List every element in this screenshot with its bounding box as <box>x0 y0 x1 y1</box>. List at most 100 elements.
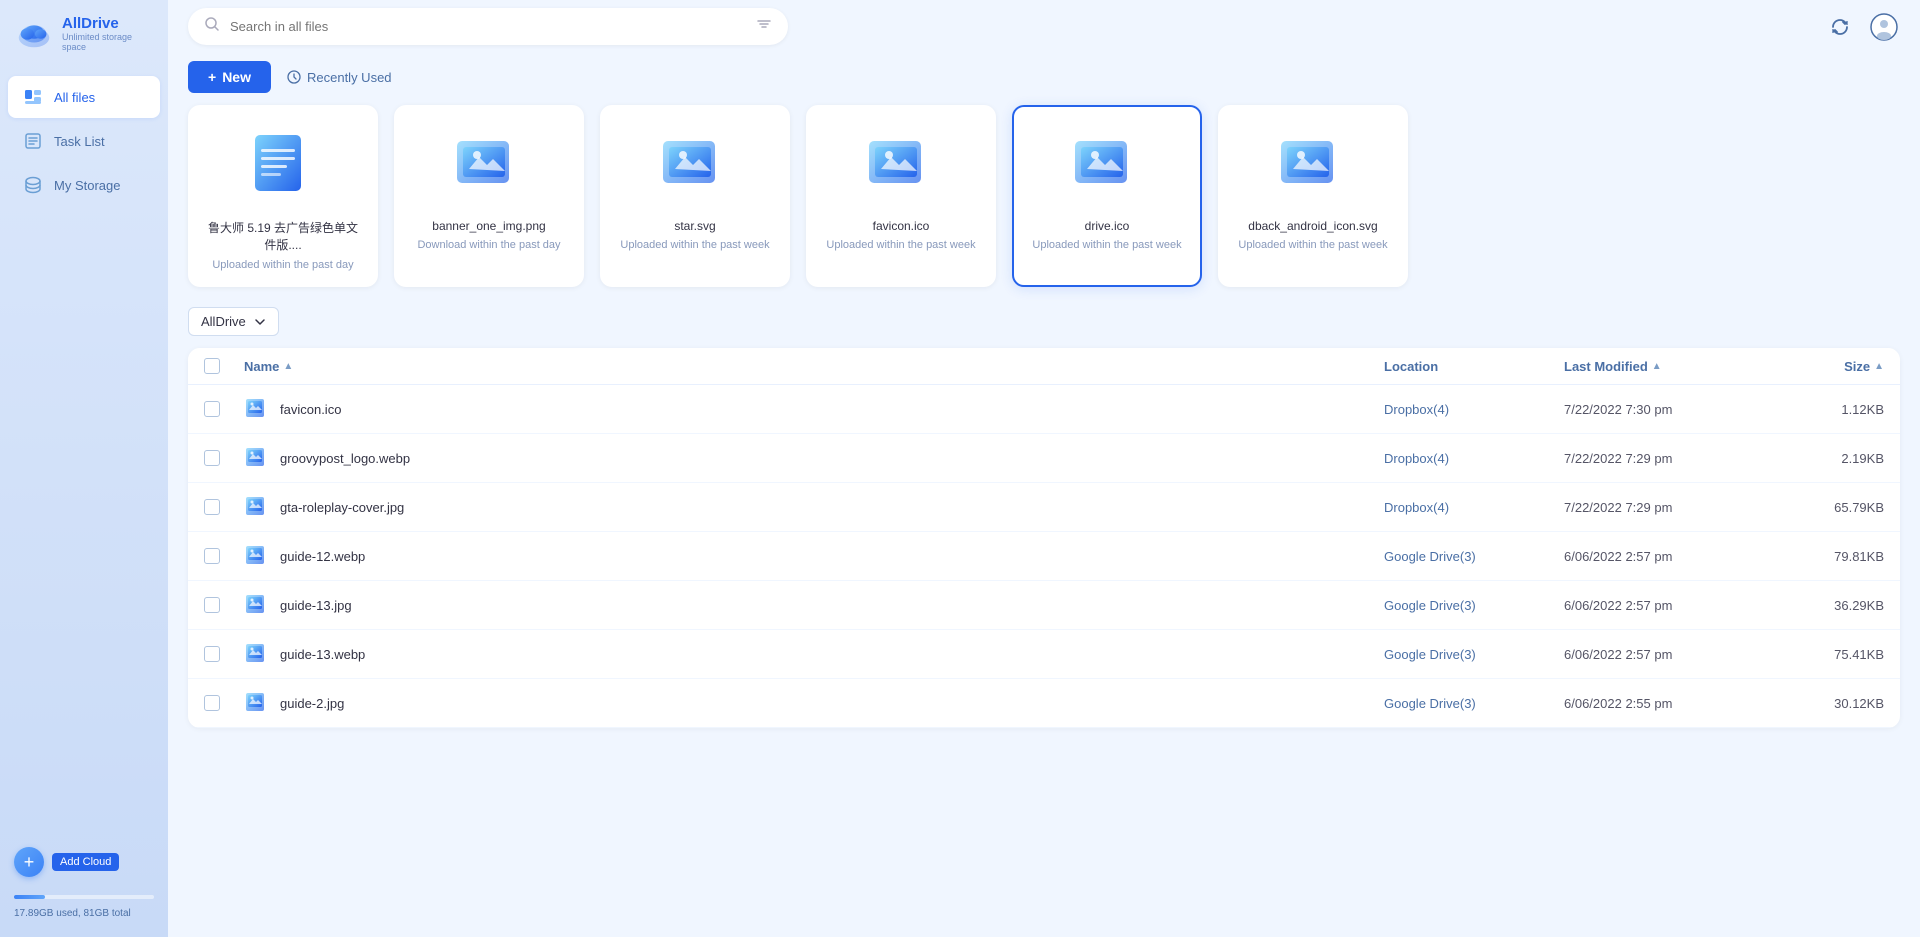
topbar <box>168 0 1920 53</box>
new-button[interactable]: + New <box>188 61 271 93</box>
row-modified: 7/22/2022 7:29 pm <box>1564 500 1672 515</box>
add-cloud-label: Add Cloud <box>52 853 119 871</box>
row-checkbox[interactable] <box>204 450 220 466</box>
table-row[interactable]: guide-12.webp Google Drive(3) 6/06/2022 … <box>188 532 1900 581</box>
file-row-icon <box>244 591 272 619</box>
add-cloud-section: + Add Cloud <box>0 837 168 887</box>
table-row[interactable]: guide-2.jpg Google Drive(3) 6/06/2022 2:… <box>188 679 1900 728</box>
search-input[interactable] <box>230 19 746 34</box>
row-checkbox[interactable] <box>204 597 220 613</box>
sidebar: AllDrive Unlimited storage space All fil… <box>0 0 168 937</box>
table-body: favicon.ico Dropbox(4) 7/22/2022 7:30 pm… <box>188 385 1900 728</box>
checkbox-header <box>204 358 244 374</box>
row-size-cell: 30.12KB <box>1764 696 1884 711</box>
add-cloud-button[interactable]: + <box>14 847 44 877</box>
row-modified: 7/22/2022 7:29 pm <box>1564 451 1672 466</box>
file-date: Uploaded within the past day <box>212 259 353 271</box>
row-checkbox[interactable] <box>204 646 220 662</box>
file-thumbnail <box>243 127 323 207</box>
search-bar[interactable] <box>188 8 788 45</box>
select-all-checkbox[interactable] <box>204 358 220 374</box>
row-name-cell: guide-13.webp <box>244 640 1384 668</box>
recent-file-card[interactable]: star.svg Uploaded within the past week <box>600 105 790 287</box>
recent-file-card[interactable]: dback_android_icon.svg Uploaded within t… <box>1218 105 1408 287</box>
recent-file-card[interactable]: banner_one_img.png Download within the p… <box>394 105 584 287</box>
row-checkbox-cell <box>204 548 244 564</box>
file-row-icon <box>244 640 272 668</box>
row-location-cell: Google Drive(3) <box>1384 647 1564 662</box>
file-row-icon <box>244 542 272 570</box>
file-date: Uploaded within the past week <box>1238 239 1387 251</box>
sidebar-item-task-list[interactable]: Task List <box>8 120 160 162</box>
sidebar-item-label: Task List <box>54 134 105 149</box>
row-modified: 6/06/2022 2:55 pm <box>1564 696 1672 711</box>
row-location: Google Drive(3) <box>1384 549 1476 564</box>
sidebar-item-label: My Storage <box>54 178 120 193</box>
row-checkbox-cell <box>204 695 244 711</box>
file-thumbnail <box>861 127 941 207</box>
row-location-cell: Dropbox(4) <box>1384 500 1564 515</box>
row-checkbox[interactable] <box>204 695 220 711</box>
content-area: + New Recently Used <box>168 53 1920 937</box>
sidebar-item-label: All files <box>54 90 95 105</box>
storage-bar-section: 17.89GB used, 81GB total <box>0 887 168 937</box>
row-size: 65.79KB <box>1834 500 1884 515</box>
row-location: Dropbox(4) <box>1384 402 1449 417</box>
row-name-cell: groovypost_logo.webp <box>244 444 1384 472</box>
sidebar-nav: All files Task List <box>0 66 168 837</box>
recent-file-card[interactable]: drive.ico Uploaded within the past week <box>1012 105 1202 287</box>
row-size: 2.19KB <box>1841 451 1884 466</box>
size-header[interactable]: Size ▲ <box>1764 358 1884 374</box>
recently-used-label: Recently Used <box>287 70 392 85</box>
table-row[interactable]: gta-roleplay-cover.jpg Dropbox(4) 7/22/2… <box>188 483 1900 532</box>
row-modified-cell: 7/22/2022 7:29 pm <box>1564 451 1764 466</box>
file-thumbnail <box>449 127 529 207</box>
refresh-button[interactable] <box>1824 11 1856 43</box>
table-row[interactable]: guide-13.webp Google Drive(3) 6/06/2022 … <box>188 630 1900 679</box>
file-date: Uploaded within the past week <box>826 239 975 251</box>
table-row[interactable]: guide-13.jpg Google Drive(3) 6/06/2022 2… <box>188 581 1900 630</box>
row-name-cell: gta-roleplay-cover.jpg <box>244 493 1384 521</box>
row-checkbox[interactable] <box>204 499 220 515</box>
logo-text: AllDrive Unlimited storage space <box>62 15 154 52</box>
modified-sort-icon: ▲ <box>1652 361 1662 372</box>
sidebar-item-my-storage[interactable]: My Storage <box>8 164 160 206</box>
file-row-icon <box>244 689 272 717</box>
row-size: 75.41KB <box>1834 647 1884 662</box>
name-header[interactable]: Name ▲ <box>244 358 1384 374</box>
my-storage-icon <box>22 174 44 196</box>
toolbar: + New Recently Used <box>188 53 1900 105</box>
filter-select[interactable]: AllDrive <box>188 307 279 336</box>
row-location-cell: Dropbox(4) <box>1384 451 1564 466</box>
row-name-cell: guide-13.jpg <box>244 591 1384 619</box>
size-sort-icon: ▲ <box>1874 361 1884 372</box>
sidebar-item-all-files[interactable]: All files <box>8 76 160 118</box>
row-location: Google Drive(3) <box>1384 598 1476 613</box>
row-size: 79.81KB <box>1834 549 1884 564</box>
row-location-cell: Google Drive(3) <box>1384 549 1564 564</box>
row-location-cell: Dropbox(4) <box>1384 402 1564 417</box>
row-name-cell: guide-12.webp <box>244 542 1384 570</box>
file-name: star.svg <box>674 219 715 233</box>
row-checkbox[interactable] <box>204 401 220 417</box>
row-size-cell: 65.79KB <box>1764 500 1884 515</box>
all-files-icon <box>22 86 44 108</box>
row-modified: 6/06/2022 2:57 pm <box>1564 647 1672 662</box>
recent-file-card[interactable]: 鲁大师 5.19 去广告绿色单文件版.... Uploaded within t… <box>188 105 378 287</box>
row-checkbox[interactable] <box>204 548 220 564</box>
file-thumbnail <box>1273 127 1353 207</box>
table-row[interactable]: favicon.ico Dropbox(4) 7/22/2022 7:30 pm… <box>188 385 1900 434</box>
row-name: groovypost_logo.webp <box>280 451 410 466</box>
row-checkbox-cell <box>204 499 244 515</box>
table-row[interactable]: groovypost_logo.webp Dropbox(4) 7/22/202… <box>188 434 1900 483</box>
search-options-icon <box>756 16 772 37</box>
recent-files-grid: 鲁大师 5.19 去广告绿色单文件版.... Uploaded within t… <box>188 105 1900 287</box>
recent-file-card[interactable]: favicon.ico Uploaded within the past wee… <box>806 105 996 287</box>
row-location: Google Drive(3) <box>1384 696 1476 711</box>
row-name: guide-13.jpg <box>280 598 352 613</box>
modified-header[interactable]: Last Modified ▲ <box>1564 358 1764 374</box>
logo: AllDrive Unlimited storage space <box>0 0 168 66</box>
location-header[interactable]: Location <box>1384 358 1564 374</box>
user-avatar[interactable] <box>1868 11 1900 43</box>
row-modified: 6/06/2022 2:57 pm <box>1564 598 1672 613</box>
